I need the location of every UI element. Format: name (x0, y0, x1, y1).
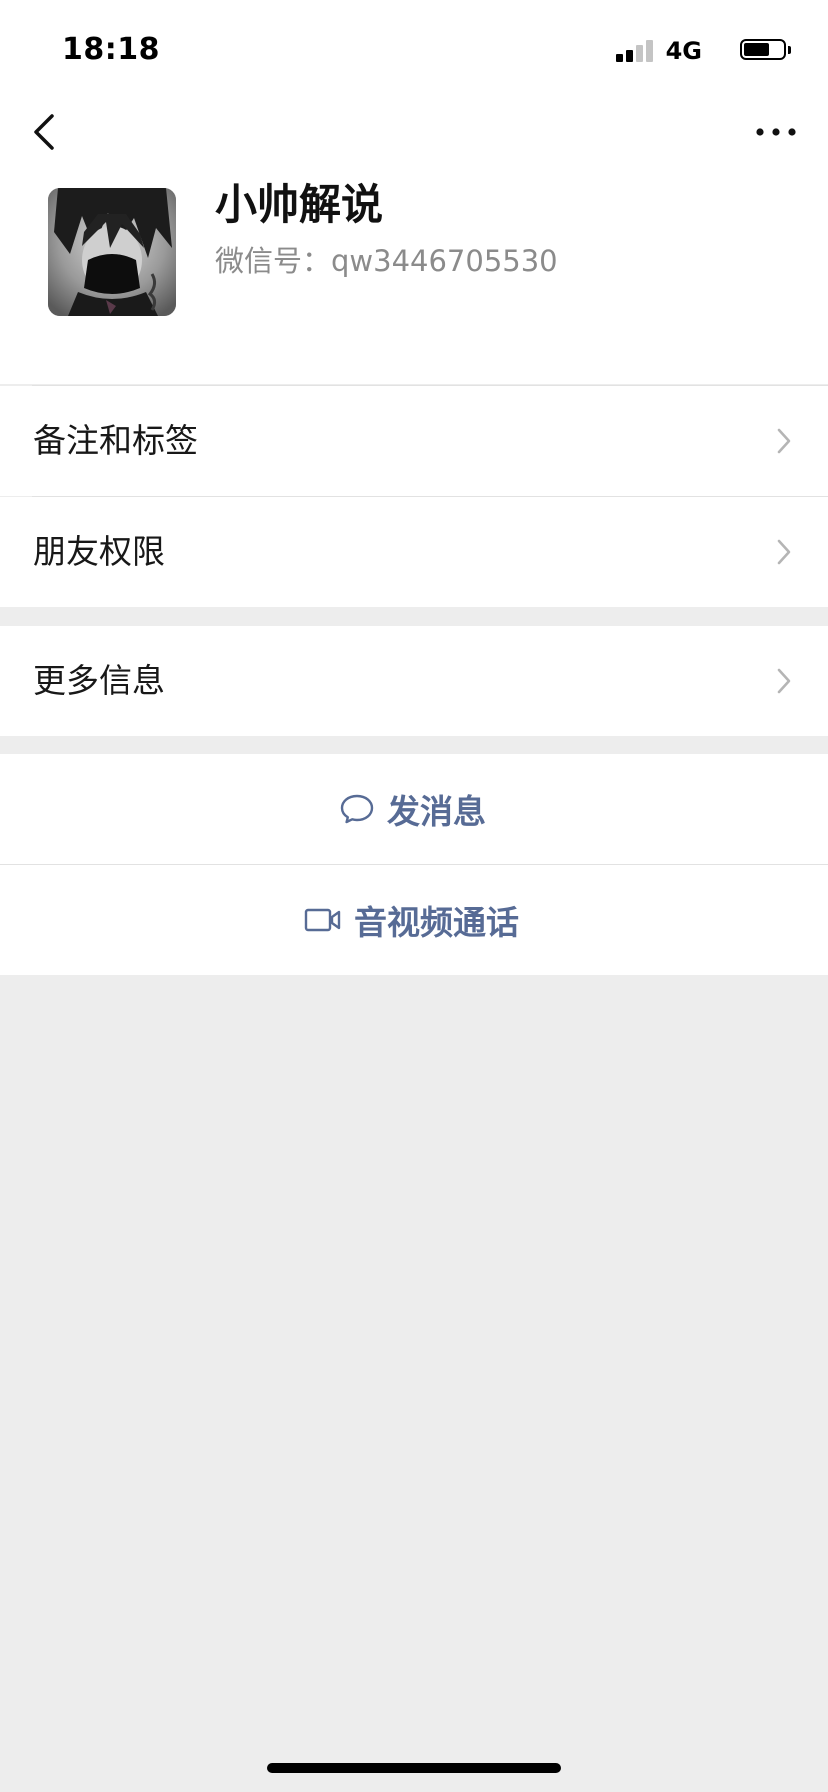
menu-item-remark-tags[interactable]: 备注和标签 (0, 386, 828, 496)
menu-item-friend-permissions[interactable]: 朋友权限 (0, 497, 828, 607)
menu-item-label: 备注和标签 (33, 421, 198, 460)
chevron-right-icon (777, 668, 791, 694)
avatar-image (48, 188, 176, 316)
wechat-id: 微信号：qw3446705530 (215, 244, 558, 278)
video-call-label: 音视频通话 (354, 903, 519, 942)
video-call-button[interactable]: 音视频通话 (0, 865, 828, 975)
status-time: 18:18 (62, 32, 160, 67)
send-message-label: 发消息 (387, 792, 486, 831)
more-button[interactable] (754, 116, 798, 148)
menu-item-label: 更多信息 (33, 661, 165, 700)
back-button[interactable] (28, 108, 60, 156)
more-dots-icon (756, 128, 796, 136)
chevron-right-icon (777, 539, 791, 565)
chevron-left-icon (34, 114, 54, 150)
send-message-button[interactable]: 发消息 (0, 754, 828, 864)
chevron-right-icon (777, 428, 791, 454)
menu-item-label: 朋友权限 (33, 532, 165, 571)
profile-name: 小帅解说 (215, 180, 384, 229)
signal-icon (616, 40, 656, 62)
status-bar-right: 4G (594, 36, 794, 68)
chat-bubble-icon (340, 794, 374, 824)
battery-cap (788, 46, 791, 54)
menu-item-more-info[interactable]: 更多信息 (0, 626, 828, 736)
home-indicator[interactable] (267, 1763, 561, 1773)
video-camera-icon (304, 908, 341, 932)
battery-icon (740, 39, 786, 60)
avatar[interactable] (48, 188, 176, 316)
network-label: 4G (665, 37, 702, 65)
